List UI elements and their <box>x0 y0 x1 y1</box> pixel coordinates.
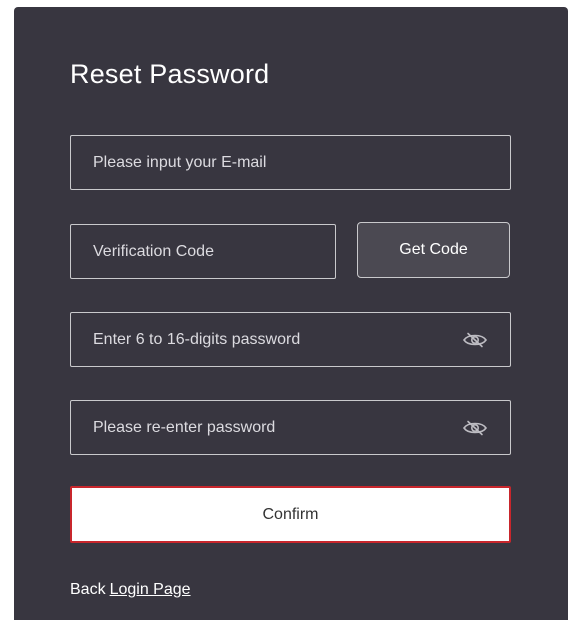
get-code-button[interactable]: Get Code <box>357 222 510 278</box>
password-field-wrapper <box>70 312 511 367</box>
password-input[interactable] <box>71 313 510 366</box>
verification-code-input[interactable] <box>71 225 335 278</box>
email-field-wrapper <box>70 135 511 190</box>
login-page-link[interactable]: Login Page <box>110 581 191 598</box>
reset-password-panel: Reset Password Get Code Confirm BackLogi… <box>14 7 568 620</box>
eye-slash-icon[interactable] <box>462 419 488 437</box>
back-login-row: Back Login Page <box>70 581 191 599</box>
back-label: Back <box>70 581 106 598</box>
confirm-button[interactable]: Confirm <box>70 486 511 543</box>
confirm-password-field-wrapper <box>70 400 511 455</box>
verification-code-field-wrapper <box>70 224 336 279</box>
eye-slash-icon[interactable] <box>462 331 488 349</box>
email-input[interactable] <box>71 136 510 189</box>
page-title: Reset Password <box>70 59 270 89</box>
confirm-password-input[interactable] <box>71 401 510 454</box>
